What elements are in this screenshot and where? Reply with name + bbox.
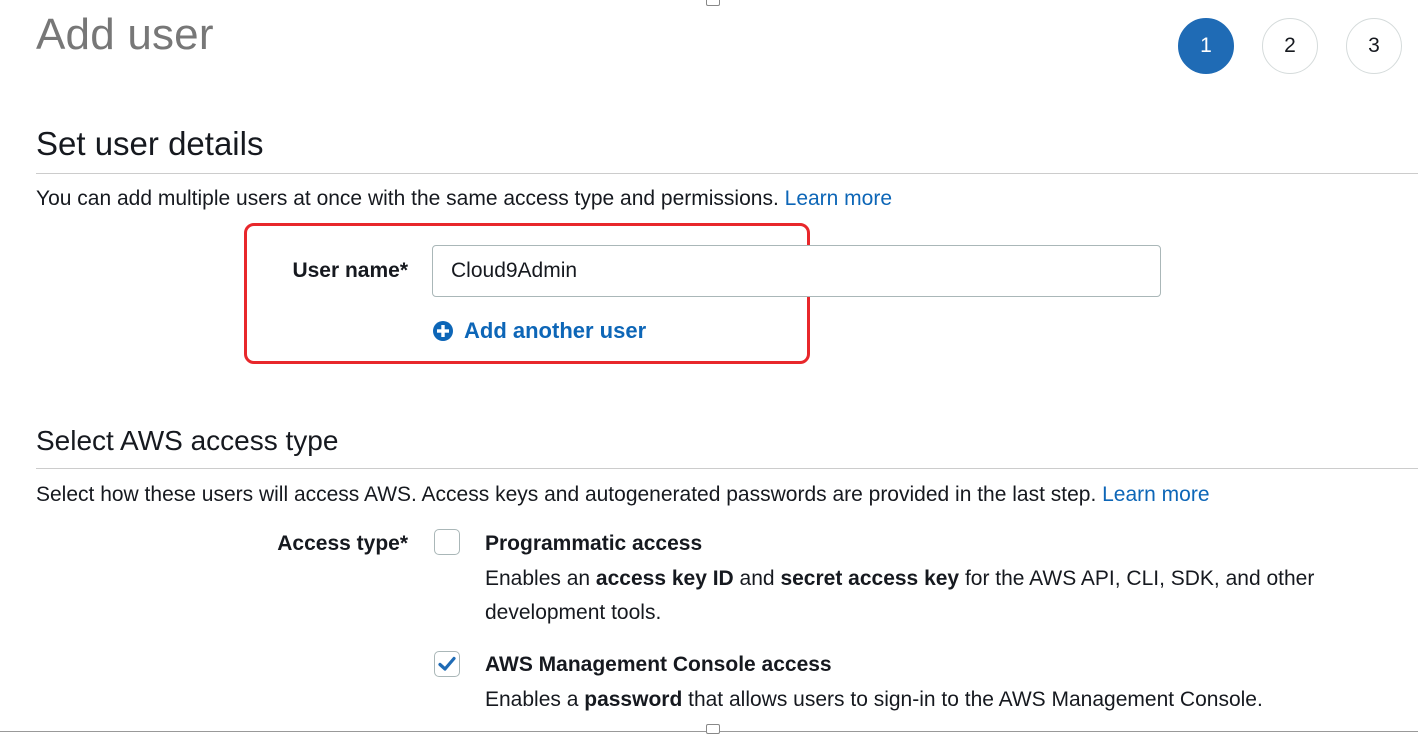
step-2[interactable]: 2: [1262, 18, 1318, 74]
desc-text: Enables an: [485, 567, 596, 590]
learn-more-link[interactable]: Learn more: [785, 187, 892, 210]
programmatic-access-description: Enables an access key ID and secret acce…: [485, 562, 1355, 630]
plus-circle-icon: [432, 320, 454, 342]
username-label: User name*: [292, 259, 408, 282]
step-1[interactable]: 1: [1178, 18, 1234, 74]
divider: [36, 173, 1418, 174]
desc-text: Enables a: [485, 688, 585, 711]
user-details-description: You can add multiple users at once with …: [36, 187, 892, 211]
desc-text: that allows users to sign-in to the AWS …: [682, 688, 1263, 711]
desc-emphasis: access key ID: [595, 567, 734, 590]
console-access-checkbox[interactable]: [434, 651, 460, 677]
access-type-heading: Select AWS access type: [36, 425, 339, 456]
access-type-description-text: Select how these users will access AWS. …: [36, 483, 1097, 506]
user-details-description-text: You can add multiple users at once with …: [36, 187, 779, 210]
console-access-title: AWS Management Console access: [485, 653, 832, 676]
console-access-description: Enables a password that allows users to …: [485, 683, 1355, 717]
add-another-user-label: Add another user: [464, 318, 647, 343]
username-input[interactable]: [432, 245, 1161, 297]
learn-more-link[interactable]: Learn more: [1102, 483, 1209, 506]
step-indicator: 1 2 3: [1178, 18, 1402, 74]
programmatic-access-title: Programmatic access: [485, 532, 703, 555]
desc-emphasis: password: [584, 688, 683, 711]
set-user-details-heading: Set user details: [36, 125, 264, 162]
desc-emphasis: secret access key: [780, 567, 960, 590]
step-3[interactable]: 3: [1346, 18, 1402, 74]
programmatic-access-checkbox[interactable]: [434, 529, 460, 555]
page-title: Add user: [36, 10, 214, 59]
access-type-description: Select how these users will access AWS. …: [36, 483, 1210, 507]
desc-text: and: [733, 567, 781, 590]
add-another-user-button[interactable]: Add another user: [432, 318, 646, 344]
access-type-label: Access type*: [277, 532, 408, 555]
resize-handle-top[interactable]: [706, 0, 720, 6]
resize-handle-bottom[interactable]: [706, 724, 720, 734]
divider: [36, 468, 1418, 469]
